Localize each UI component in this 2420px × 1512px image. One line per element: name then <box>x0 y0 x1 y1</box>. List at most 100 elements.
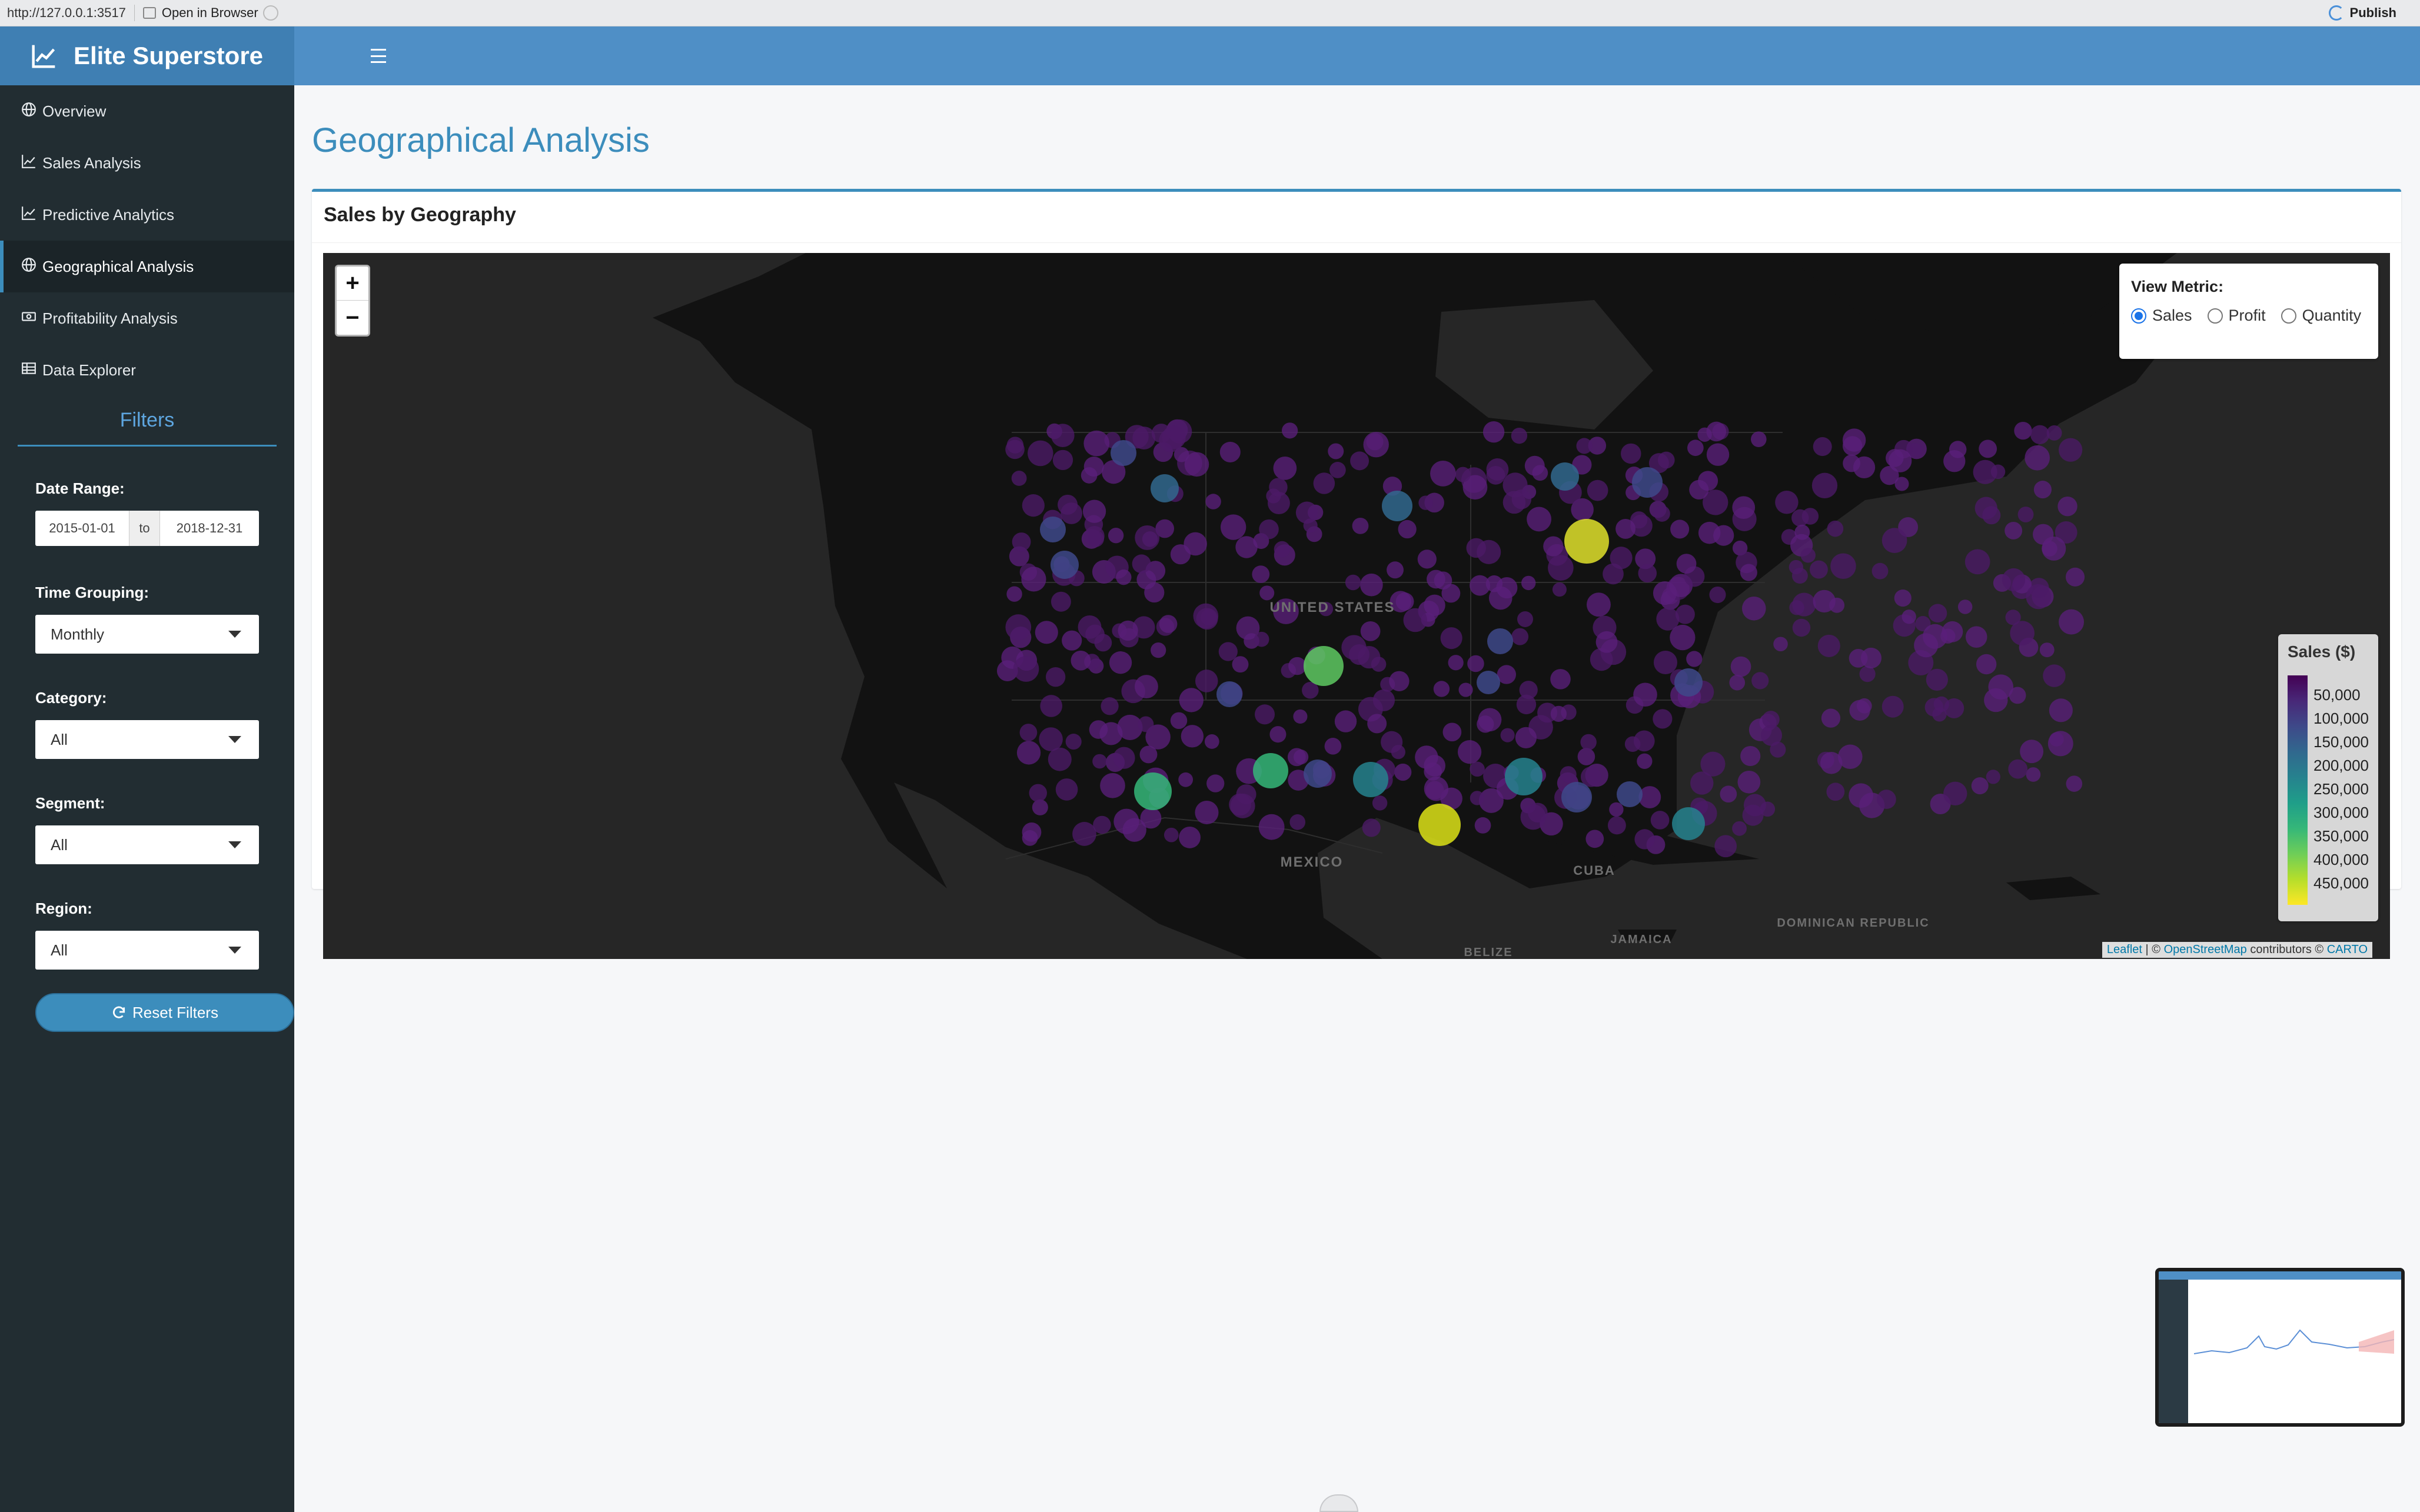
sidebar-item-predictive-analytics[interactable]: Predictive Analytics <box>0 189 294 241</box>
sales-bubble[interactable] <box>1809 560 1828 579</box>
sales-bubble[interactable] <box>1586 592 1611 617</box>
sales-bubble[interactable] <box>1800 548 1816 563</box>
sales-bubble[interactable] <box>2005 610 2021 625</box>
sales-bubble[interactable] <box>1159 615 1178 633</box>
sales-bubble[interactable] <box>1595 631 1618 653</box>
sales-bubble[interactable] <box>1341 635 1367 660</box>
sales-bubble[interactable] <box>1040 695 1063 717</box>
sales-bubble[interactable] <box>1637 753 1653 769</box>
sales-bubble[interactable] <box>1487 628 1513 654</box>
sales-bubble[interactable] <box>1052 449 1073 471</box>
sales-bubble[interactable] <box>1801 508 1819 525</box>
sales-bubble[interactable] <box>2005 522 2023 539</box>
sales-bubble[interactable] <box>1610 547 1633 570</box>
sales-bubble[interactable] <box>1957 600 1973 614</box>
sales-bubble[interactable] <box>1670 624 1696 651</box>
sales-bubble[interactable] <box>2026 584 2051 610</box>
sales-bubble[interactable] <box>1181 725 1204 748</box>
sales-bubble[interactable] <box>1360 621 1381 641</box>
sales-bubble[interactable] <box>1418 495 1433 510</box>
date-start-input[interactable]: 2015-01-01 <box>35 511 129 546</box>
sales-bubble[interactable] <box>1012 532 1031 551</box>
sales-bubble[interactable] <box>1676 554 1697 574</box>
sales-bubble[interactable] <box>1048 747 1072 771</box>
sales-bubble[interactable] <box>1170 712 1188 730</box>
sales-bubble[interactable] <box>2039 642 2055 658</box>
sales-bubble[interactable] <box>1078 615 1102 639</box>
sales-bubble[interactable] <box>1543 536 1564 557</box>
sales-bubble[interactable] <box>1859 666 1876 682</box>
sales-bubble[interactable] <box>1773 637 1788 652</box>
sales-bubble[interactable] <box>1458 682 1473 697</box>
sales-bubble[interactable] <box>1295 501 1318 524</box>
sales-bubble[interactable] <box>1633 730 1655 752</box>
sales-bubble[interactable] <box>1638 564 1657 583</box>
sales-bubble[interactable] <box>1395 592 1414 611</box>
sales-bubble[interactable] <box>1448 655 1464 671</box>
sales-bubble[interactable] <box>1500 728 1515 742</box>
reset-filters-button[interactable]: Reset Filters <box>35 993 294 1032</box>
sales-bubble[interactable] <box>2030 425 2050 445</box>
sales-bubble[interactable] <box>1714 835 1737 858</box>
sales-bubble[interactable] <box>1826 782 1845 801</box>
sales-bubble[interactable] <box>1470 791 1485 805</box>
sales-bubble[interactable] <box>1415 745 1438 769</box>
sales-bubble[interactable] <box>2009 687 2026 704</box>
sales-bubble[interactable] <box>1293 709 1308 724</box>
sales-bubble[interactable] <box>1564 519 1609 564</box>
sales-bubble[interactable] <box>1634 829 1655 850</box>
sales-bubble[interactable] <box>1372 795 1388 811</box>
category-select[interactable]: All <box>35 720 259 759</box>
sales-bubble[interactable] <box>1417 549 1437 569</box>
sales-bubble[interactable] <box>1441 584 1461 603</box>
sales-bubble[interactable] <box>1548 555 1574 581</box>
sales-bubble[interactable] <box>1151 424 1171 443</box>
sales-bubble[interactable] <box>1071 650 1091 671</box>
sidebar-toggle-icon[interactable] <box>371 49 386 63</box>
publish-button[interactable]: Publish <box>2328 5 2396 21</box>
sales-bubble[interactable] <box>1287 748 1306 767</box>
sidebar-item-overview[interactable]: Overview <box>0 85 294 137</box>
sales-bubble[interactable] <box>1005 614 1032 640</box>
sales-bubble[interactable] <box>2066 775 2083 792</box>
sales-bubble[interactable] <box>1478 708 1502 732</box>
sales-bubble[interactable] <box>1986 770 2000 784</box>
sales-bubble[interactable] <box>2025 445 2050 471</box>
sales-bubble[interactable] <box>1527 802 1548 823</box>
sales-bubble[interactable] <box>1094 634 1112 652</box>
sales-bubble[interactable] <box>1398 519 1417 539</box>
brand-logo[interactable]: Elite Superstore <box>0 26 294 85</box>
sales-bubble[interactable] <box>1794 524 1810 540</box>
sales-bubble[interactable] <box>1178 772 1194 787</box>
sales-bubble[interactable] <box>1709 586 1726 604</box>
sales-bubble[interactable] <box>1179 688 1204 712</box>
sales-bubble[interactable] <box>2017 507 2034 522</box>
sales-bubble[interactable] <box>1273 457 1297 480</box>
sales-bubble[interactable] <box>1144 582 1165 603</box>
sales-bubble[interactable] <box>1134 772 1172 810</box>
sales-bubble[interactable] <box>1750 431 1767 447</box>
sales-bubble[interactable] <box>1138 716 1154 732</box>
metric-radio-sales[interactable]: Sales <box>2131 307 2192 325</box>
sales-bubble[interactable] <box>1517 611 1533 627</box>
sales-bubble[interactable] <box>1028 440 1053 467</box>
sales-bubble[interactable] <box>1220 514 1246 540</box>
metric-radio-quantity[interactable]: Quantity <box>2281 307 2361 325</box>
sidebar-item-sales-analysis[interactable]: Sales Analysis <box>0 137 294 189</box>
sales-bubble[interactable] <box>1230 793 1255 818</box>
sales-bubble[interactable] <box>1195 670 1218 692</box>
sales-bubble[interactable] <box>1521 575 1536 591</box>
sales-bubble[interactable] <box>1382 491 1412 521</box>
sales-bubble[interactable] <box>1350 451 1369 471</box>
sales-bubble[interactable] <box>1502 491 1526 514</box>
sales-bubble[interactable] <box>1527 507 1551 532</box>
sales-bubble[interactable] <box>1418 804 1461 846</box>
sales-bubble[interactable] <box>1687 439 1704 457</box>
sales-bubble[interactable] <box>1324 738 1342 755</box>
sales-bubble[interactable] <box>1065 734 1082 750</box>
sales-bubble[interactable] <box>2020 740 2044 764</box>
sales-bubble[interactable] <box>1051 591 1071 612</box>
sales-bubble[interactable] <box>1741 596 1766 621</box>
sales-bubble[interactable] <box>1511 427 1528 444</box>
sidebar-item-data-explorer[interactable]: Data Explorer <box>0 344 294 396</box>
